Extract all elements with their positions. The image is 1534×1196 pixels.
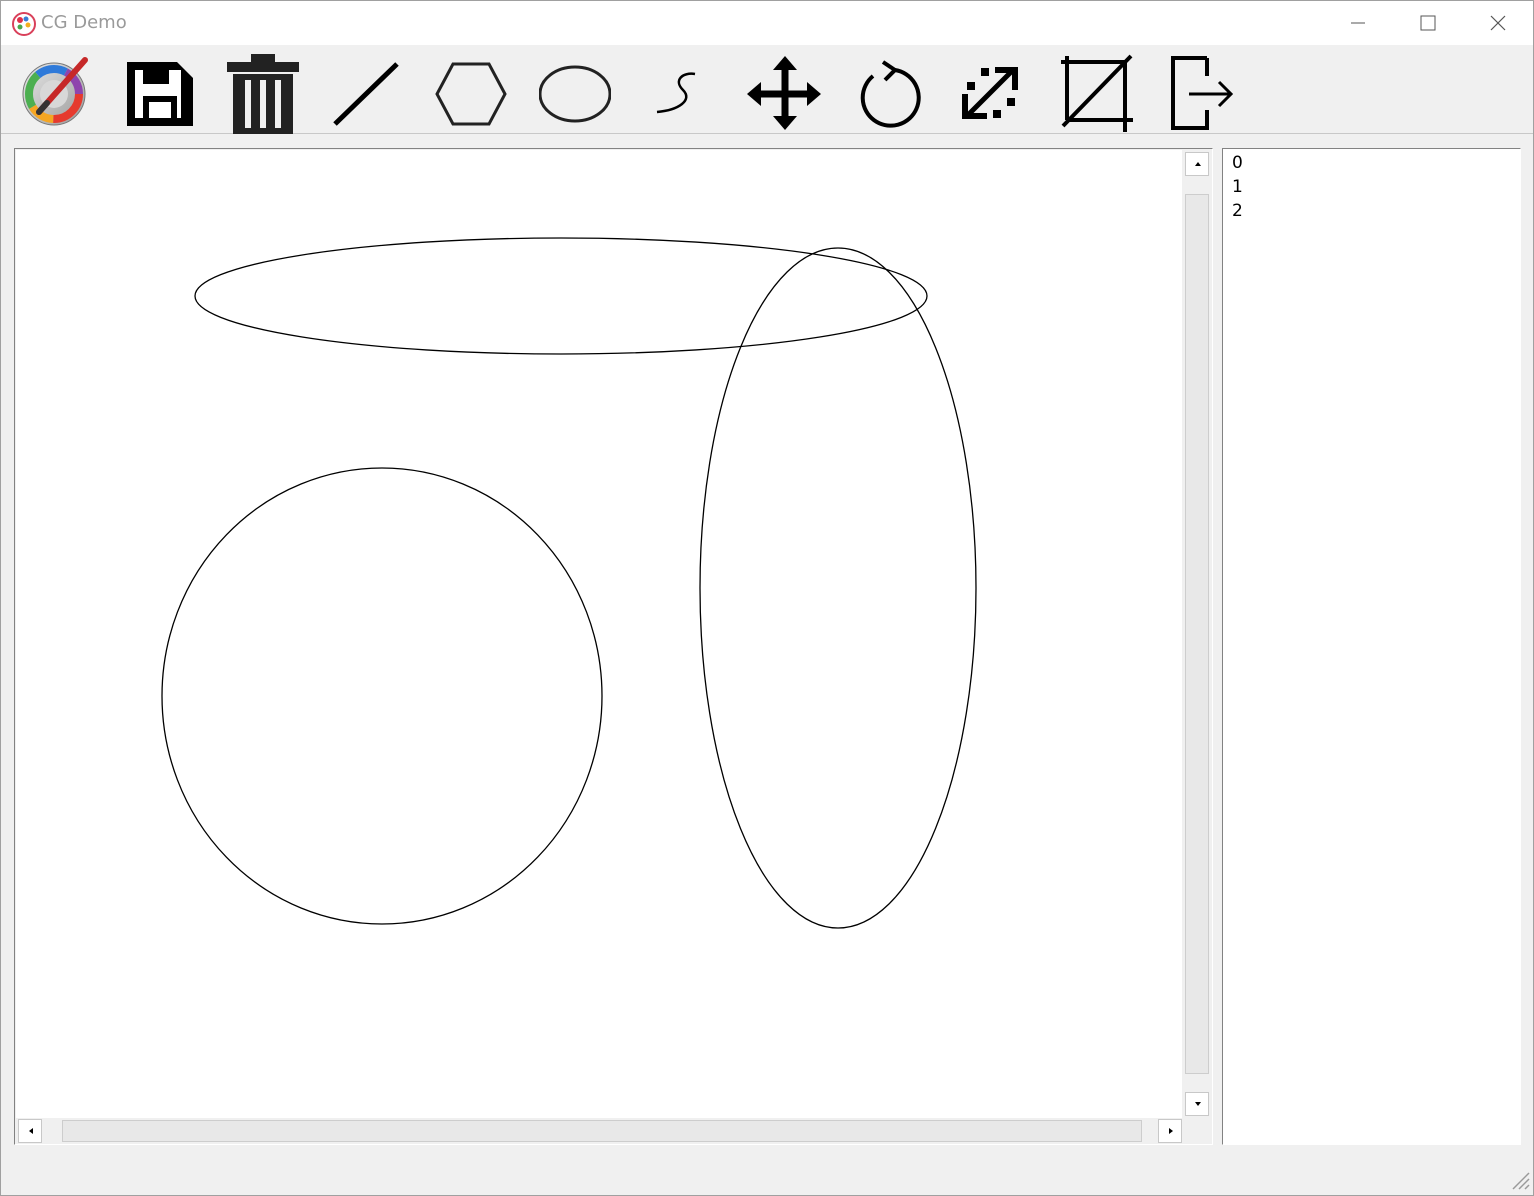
scale-tool-button[interactable] (950, 49, 1030, 131)
canvas-panel (14, 148, 1213, 1145)
scrollbar-corner (1183, 1118, 1210, 1143)
move-icon (747, 56, 821, 130)
drawing-canvas[interactable] (16, 150, 1182, 1118)
save-button[interactable] (118, 49, 198, 131)
ellipse-tool-button[interactable] (534, 49, 614, 131)
scroll-left-button[interactable] (18, 1119, 42, 1143)
close-icon (1490, 15, 1506, 31)
maximize-button[interactable] (1393, 1, 1463, 45)
trash-icon (227, 54, 299, 134)
vertical-scrollbar[interactable] (1183, 150, 1210, 1118)
translate-tool-button[interactable] (742, 49, 822, 131)
clip-tool-button[interactable] (1054, 49, 1134, 132)
scale-icon (962, 67, 1018, 119)
vertical-scroll-thumb[interactable] (1185, 194, 1209, 1074)
rotate-tool-button[interactable] (846, 49, 926, 131)
resize-grip-icon[interactable] (1509, 1169, 1531, 1191)
scroll-right-button[interactable] (1158, 1119, 1182, 1143)
line-tool-button[interactable] (326, 49, 406, 131)
horizontal-scroll-thumb[interactable] (62, 1120, 1142, 1142)
list-item[interactable]: 2 (1232, 199, 1243, 223)
scroll-down-button[interactable] (1185, 1092, 1209, 1116)
palette-button[interactable] (14, 49, 94, 131)
app-window: CG Demo 0 1 2 (0, 0, 1534, 1196)
minimize-button[interactable] (1323, 1, 1393, 45)
shape-ellipse-horizontal[interactable] (194, 237, 928, 355)
exit-icon (1171, 56, 1234, 130)
curve-icon (656, 72, 696, 114)
polygon-tool-button[interactable] (430, 49, 510, 131)
list-item[interactable]: 1 (1232, 175, 1243, 199)
curve-tool-button[interactable] (638, 49, 718, 131)
exit-button[interactable] (1158, 49, 1238, 131)
list-item[interactable]: 0 (1232, 151, 1243, 175)
primitives-list[interactable]: 0 1 2 (1222, 148, 1521, 1145)
ellipse-icon (539, 65, 611, 123)
palette-icon (22, 57, 88, 126)
rotate-icon (860, 60, 921, 128)
clip-icon (1061, 54, 1133, 132)
shape-circle[interactable] (161, 467, 603, 925)
canvas-drawing (161, 237, 977, 929)
title-bar: CG Demo (1, 1, 1533, 45)
maximize-icon (1420, 15, 1436, 31)
scroll-up-button[interactable] (1185, 152, 1209, 176)
save-icon (127, 62, 193, 126)
horizontal-scrollbar[interactable] (16, 1118, 1183, 1143)
delete-button[interactable] (222, 49, 302, 134)
window-title: CG Demo (41, 12, 127, 33)
line-icon (333, 62, 399, 126)
toolbar (1, 45, 1533, 134)
palette-app-icon (12, 12, 36, 36)
minimize-icon (1351, 22, 1365, 24)
status-bar (1, 1147, 1533, 1195)
polygon-icon (435, 62, 507, 126)
close-button[interactable] (1463, 1, 1533, 45)
shape-ellipse-vertical[interactable] (699, 247, 977, 929)
